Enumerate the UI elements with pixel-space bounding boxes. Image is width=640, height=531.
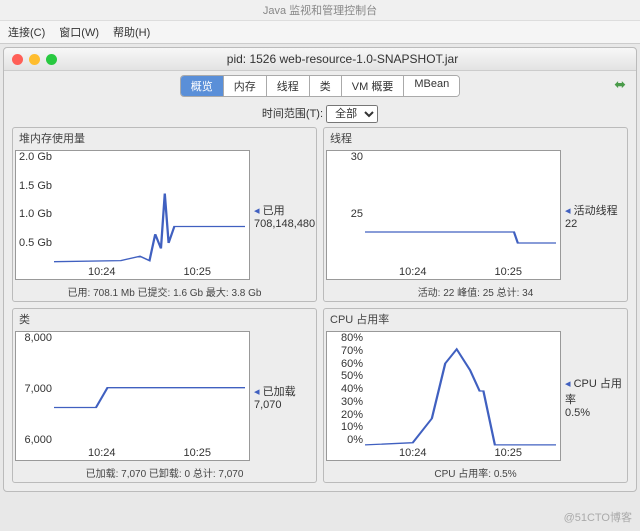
window-title: pid: 1526 web-resource-1.0-SNAPSHOT.jar bbox=[57, 52, 628, 66]
panel-classes-title: 类 bbox=[13, 309, 316, 329]
legend-threads: ◂ 活动线程22 bbox=[561, 150, 623, 280]
panel-cpu-title: CPU 占用率 bbox=[324, 309, 627, 329]
menu-help[interactable]: 帮助(H) bbox=[113, 24, 150, 40]
menu-connect[interactable]: 连接(C) bbox=[8, 24, 45, 40]
status-heap: 已用: 708.1 Mb 已提交: 1.6 Gb 最大: 3.8 Gb bbox=[13, 282, 316, 301]
tab-threads[interactable]: 线程 bbox=[267, 76, 310, 96]
tab-vm[interactable]: VM 概要 bbox=[342, 76, 405, 96]
panel-cpu: CPU 占用率 80%70%60%50%40%30%20%10%0% 10:24… bbox=[323, 308, 628, 483]
main-window: pid: 1526 web-resource-1.0-SNAPSHOT.jar … bbox=[3, 47, 637, 492]
window-titlebar: pid: 1526 web-resource-1.0-SNAPSHOT.jar bbox=[4, 48, 636, 71]
status-threads: 活动: 22 峰值: 25 总计: 34 bbox=[324, 282, 627, 301]
time-range-label: 时间范围(T): bbox=[262, 108, 323, 120]
panel-heap: 堆内存使用量 2.0 Gb1.5 Gb1.0 Gb0.5 Gb 10:2410:… bbox=[12, 127, 317, 302]
tab-bar: 概览 内存 线程 类 VM 概要 MBean ⬌ bbox=[4, 71, 636, 101]
time-range-select[interactable]: 全部 bbox=[326, 105, 378, 123]
menubar: 连接(C) 窗口(W) 帮助(H) bbox=[0, 21, 640, 44]
zoom-icon[interactable] bbox=[46, 54, 57, 65]
status-cpu: CPU 占用率: 0.5% bbox=[324, 463, 627, 482]
chart-heap[interactable]: 2.0 Gb1.5 Gb1.0 Gb0.5 Gb 10:2410:25 bbox=[15, 150, 250, 280]
legend-classes: ◂ 已加载7,070 bbox=[250, 331, 312, 461]
status-classes: 已加载: 7,070 已卸载: 0 总计: 7,070 bbox=[13, 463, 316, 482]
legend-cpu: ◂ CPU 占用率0.5% bbox=[561, 331, 623, 461]
tab-mbean[interactable]: MBean bbox=[404, 76, 459, 96]
legend-heap: ◂ 已用708,148,480 bbox=[250, 150, 312, 280]
chart-cpu[interactable]: 80%70%60%50%40%30%20%10%0% 10:2410:25 bbox=[326, 331, 561, 461]
menu-window[interactable]: 窗口(W) bbox=[59, 24, 99, 40]
panel-classes: 类 8,0007,0006,000 10:2410:25 ◂ 已加载7,070 … bbox=[12, 308, 317, 483]
minimize-icon[interactable] bbox=[29, 54, 40, 65]
chart-classes[interactable]: 8,0007,0006,000 10:2410:25 bbox=[15, 331, 250, 461]
time-range-row: 时间范围(T): 全部 bbox=[4, 101, 636, 127]
close-icon[interactable] bbox=[12, 54, 23, 65]
tab-memory[interactable]: 内存 bbox=[224, 76, 267, 96]
app-title: Java 监视和管理控制台 bbox=[0, 0, 640, 21]
connected-icon: ⬌ bbox=[614, 76, 626, 93]
chart-threads[interactable]: 3025 10:2410:25 bbox=[326, 150, 561, 280]
panel-heap-title: 堆内存使用量 bbox=[13, 128, 316, 148]
tab-classes[interactable]: 类 bbox=[310, 76, 342, 96]
panel-threads-title: 线程 bbox=[324, 128, 627, 148]
tab-overview[interactable]: 概览 bbox=[181, 76, 224, 96]
panel-threads: 线程 3025 10:2410:25 ◂ 活动线程22 活动: 22 峰值: 2… bbox=[323, 127, 628, 302]
watermark: @51CTO博客 bbox=[564, 509, 632, 525]
